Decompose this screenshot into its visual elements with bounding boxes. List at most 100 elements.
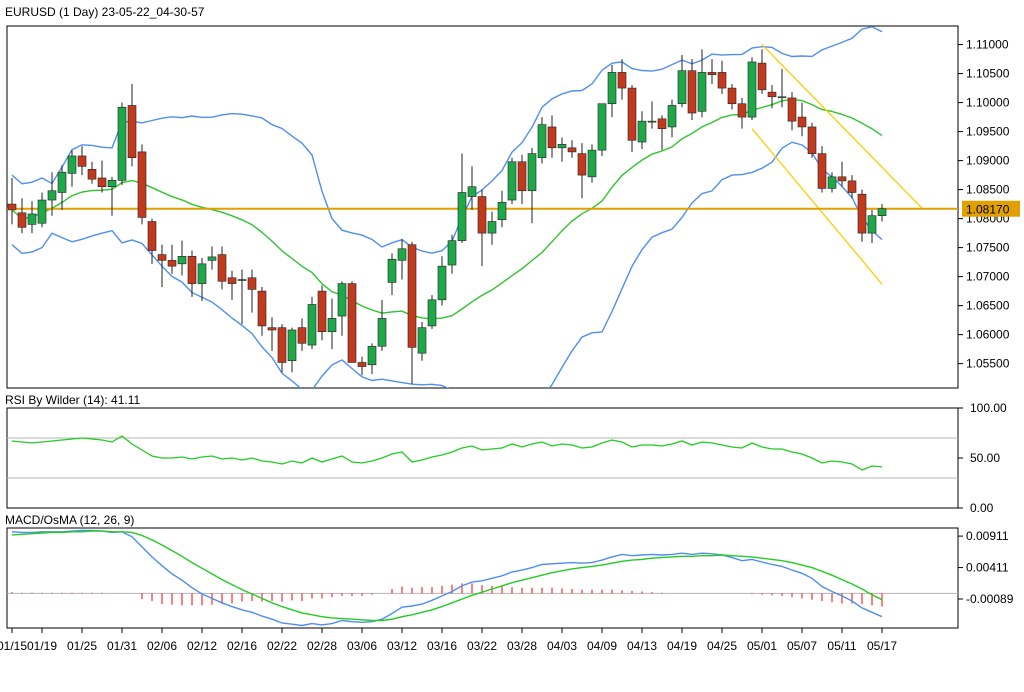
x-tick-label: 05/17 xyxy=(867,639,897,653)
candle-body xyxy=(297,327,307,344)
candle-body xyxy=(407,244,417,348)
candle-body xyxy=(307,304,317,346)
candle-body xyxy=(17,212,27,228)
candle-body xyxy=(317,290,327,333)
candle-body xyxy=(97,177,107,187)
candle-body xyxy=(87,168,97,180)
macd-tick-label: 0.00911 xyxy=(966,529,1009,543)
price-tick-label: 1.06000 xyxy=(966,328,1010,342)
price-tick-label: 1.10500 xyxy=(966,67,1010,81)
candle-body xyxy=(497,202,507,221)
candle-body xyxy=(267,327,277,331)
x-tick-label: 04/09 xyxy=(587,639,617,653)
candle-body xyxy=(647,120,657,123)
candle-body xyxy=(677,70,687,105)
price-tick-label: 1.09500 xyxy=(966,125,1010,139)
candle-body xyxy=(507,161,517,201)
price-tick-label: 1.11000 xyxy=(966,38,1009,52)
candle-body xyxy=(287,329,297,362)
candle-body xyxy=(337,283,347,317)
candle-body xyxy=(427,299,437,327)
candle-body xyxy=(727,87,737,105)
x-tick-label: 03/28 xyxy=(507,639,537,653)
candle-body xyxy=(117,106,127,181)
candle-body xyxy=(797,116,807,128)
macd-label: MACD/OsMA (12, 26, 9) xyxy=(5,513,134,527)
rsi-tick-label: 100.00 xyxy=(970,401,1007,415)
x-tick-label: 04/19 xyxy=(667,639,697,653)
candle-body xyxy=(777,96,787,99)
x-tick-label: 04/13 xyxy=(627,639,657,653)
candle-body xyxy=(527,153,537,192)
candle-body xyxy=(767,91,777,98)
x-tick-label: 05/07 xyxy=(787,639,817,653)
rsi-panel xyxy=(6,407,959,509)
price-tick-label: 1.06500 xyxy=(966,299,1010,313)
chart-title: EURUSD (1 Day) 23-05-22_04-30-57 xyxy=(5,5,205,19)
candle-body xyxy=(387,258,397,283)
candle-body xyxy=(557,144,567,149)
rsi-tick-label: 0.00 xyxy=(970,501,994,515)
candle-body xyxy=(547,126,557,149)
candle-body xyxy=(457,192,467,241)
candle-body xyxy=(747,61,757,118)
candle-body xyxy=(277,327,287,363)
candle-body xyxy=(347,283,357,363)
x-tick-label: 03/12 xyxy=(387,639,417,653)
candle-body xyxy=(217,254,227,282)
candle-body xyxy=(867,215,877,234)
candle-body xyxy=(847,180,857,193)
x-tick-label: 03/16 xyxy=(427,639,457,653)
candle-body xyxy=(837,176,847,182)
x-tick-label: 02/22 xyxy=(267,639,297,653)
x-tick-label: 05/11 xyxy=(827,639,856,653)
candle-body xyxy=(857,193,867,234)
candle-body xyxy=(577,153,587,176)
candle-body xyxy=(697,72,707,112)
candle-body xyxy=(597,103,607,151)
candle-body xyxy=(757,62,767,91)
price-tick-label: 1.05500 xyxy=(966,357,1010,371)
x-tick-label: 05/01 xyxy=(747,639,777,653)
candle-body xyxy=(667,105,677,128)
x-tick-label: 02/12 xyxy=(187,639,217,653)
candle-body xyxy=(227,277,237,284)
candle-body xyxy=(657,118,667,129)
candle-body xyxy=(37,199,47,224)
candle-body xyxy=(7,203,17,211)
macd-panel xyxy=(6,527,959,629)
candle-body xyxy=(587,149,597,178)
candle-body xyxy=(367,345,377,366)
candle-body xyxy=(487,221,497,234)
candle-body xyxy=(377,318,387,347)
macd-tick-label: 0.00411 xyxy=(966,561,1009,575)
candle-body xyxy=(707,72,717,76)
price-tick-label: 1.09000 xyxy=(966,154,1010,168)
x-tick-label: 03/22 xyxy=(467,639,497,653)
candle-body xyxy=(177,256,187,265)
candle-body xyxy=(637,120,647,143)
candle-body xyxy=(27,213,37,225)
candle-body xyxy=(417,327,427,354)
x-tick-label: 02/28 xyxy=(307,639,337,653)
candle-body xyxy=(607,72,617,105)
candle-body xyxy=(357,362,367,367)
candle-body xyxy=(247,277,257,290)
candle-body xyxy=(617,72,627,89)
candle-body xyxy=(157,254,167,261)
x-tick-label: 04/03 xyxy=(547,639,577,653)
candle-body xyxy=(137,151,147,218)
candle-body xyxy=(197,263,207,284)
candle-body xyxy=(467,186,477,197)
candle-body xyxy=(67,155,77,174)
candle-body xyxy=(817,153,827,189)
price-tick-label: 1.07000 xyxy=(966,270,1010,284)
candle-body xyxy=(167,260,177,267)
candle-body xyxy=(327,318,337,333)
macd-tick-label: -0.00089 xyxy=(966,592,1014,606)
candle-body xyxy=(207,256,217,261)
x-tick-label: 01/25 xyxy=(67,639,97,653)
candle-body xyxy=(737,103,747,118)
candle-body xyxy=(567,147,577,153)
price-tick-label: 1.07500 xyxy=(966,241,1010,255)
